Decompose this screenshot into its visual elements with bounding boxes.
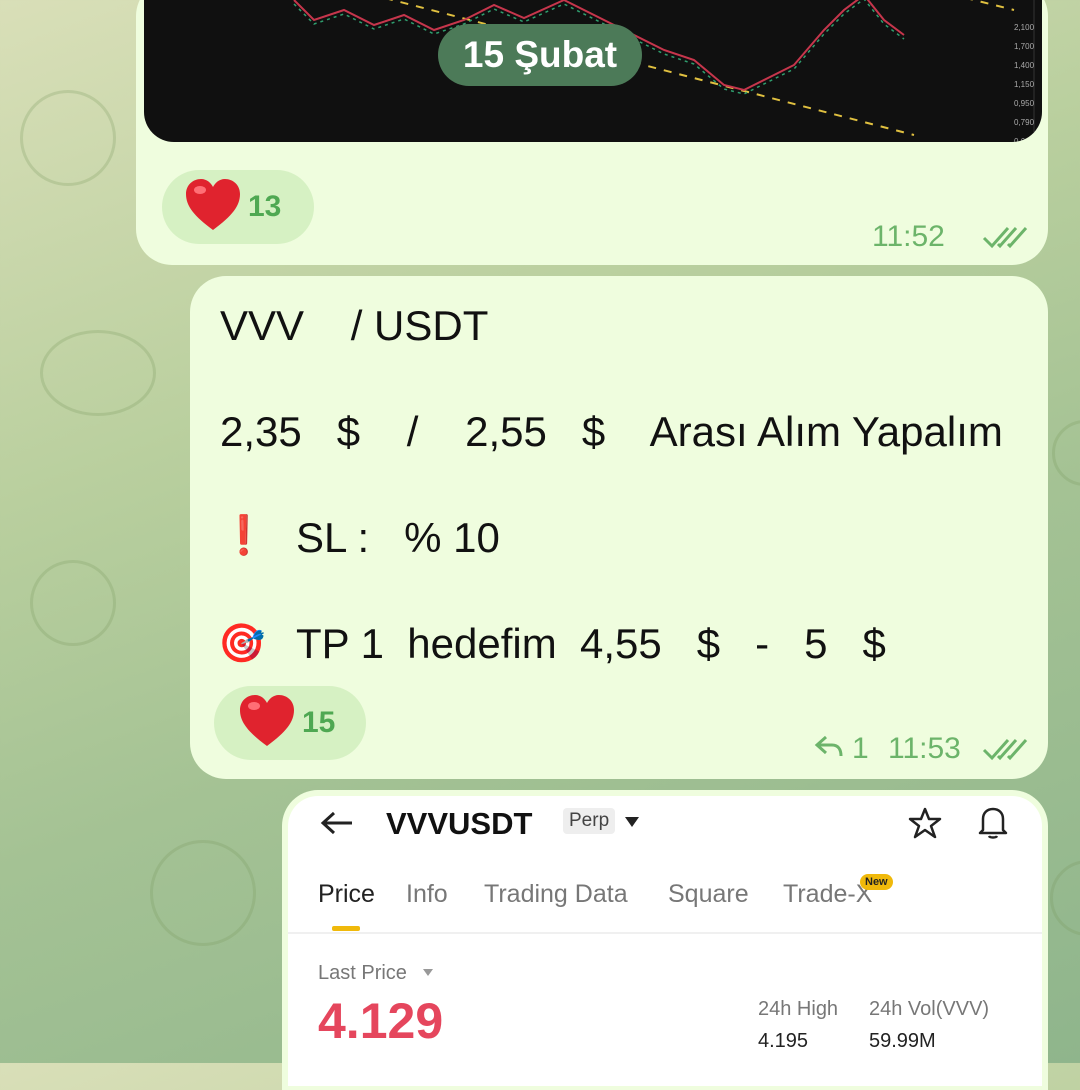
message-line-stoploss: SL : % 10 bbox=[296, 514, 500, 561]
axis-tick: 1,400 bbox=[1014, 61, 1035, 70]
dropdown-caret-icon bbox=[625, 817, 639, 827]
tab-info: Info bbox=[406, 880, 448, 908]
tab-divider bbox=[288, 932, 1042, 934]
reply-count[interactable]: 1 bbox=[852, 732, 869, 766]
reply-arrow-icon[interactable] bbox=[814, 734, 844, 760]
tab-square: Square bbox=[668, 880, 749, 908]
message-time: 11:52 bbox=[872, 220, 945, 253]
axis-tick: 1,700 bbox=[1014, 42, 1035, 51]
heart-icon bbox=[184, 178, 242, 237]
background-doodle bbox=[1052, 420, 1080, 486]
reaction-heart-13[interactable]: 13 bbox=[162, 170, 314, 244]
message-line-entry: 2,35 $ / 2,55 $ Arası Alım Yapalım bbox=[220, 408, 1003, 455]
background-doodle bbox=[20, 90, 116, 186]
star-icon bbox=[908, 807, 942, 839]
message-line-pair: VVV / USDT bbox=[220, 302, 489, 349]
background-doodle bbox=[1050, 860, 1080, 936]
tab-price: Price bbox=[318, 880, 375, 908]
date-pill: 15 Şubat bbox=[438, 24, 642, 86]
tab-trade-x: Trade-X bbox=[783, 880, 873, 908]
axis-tick: 1,150 bbox=[1014, 80, 1035, 89]
back-arrow-icon bbox=[320, 811, 352, 835]
new-badge: New bbox=[860, 874, 893, 890]
exchange-screenshot[interactable]: VVVUSDT Perp Price Info Trading Data Squ… bbox=[288, 796, 1042, 1086]
double-check-icon bbox=[982, 227, 1028, 249]
heart-icon bbox=[238, 694, 296, 753]
high-label: 24h High bbox=[758, 998, 839, 1020]
exclamation-icon: ❗ bbox=[220, 515, 268, 557]
background-doodle bbox=[30, 560, 116, 646]
perp-badge: Perp bbox=[563, 808, 616, 834]
reaction-count: 13 bbox=[248, 190, 282, 223]
reaction-count: 15 bbox=[302, 706, 336, 739]
message-line-target: TP 1 hedefim 4,55 $ - 5 $ bbox=[296, 620, 886, 667]
volume-value: 59.99M bbox=[869, 1030, 936, 1052]
axis-tick: 2,100 bbox=[1014, 23, 1035, 32]
double-check-icon bbox=[982, 739, 1028, 761]
reaction-heart-15[interactable]: 15 bbox=[214, 686, 366, 760]
background-doodle bbox=[150, 840, 256, 946]
bell-icon bbox=[978, 807, 1008, 839]
axis-tick: 0,950 bbox=[1014, 99, 1035, 108]
background-doodle bbox=[40, 330, 156, 416]
chart-axis-labels: 2,100 1,700 1,400 1,150 0,950 0,790 0,66… bbox=[1014, 18, 1034, 142]
high-value: 4.195 bbox=[758, 1030, 809, 1052]
tab-trading-data: Trading Data bbox=[484, 880, 628, 908]
message-time: 11:53 bbox=[888, 732, 961, 765]
volume-label: 24h Vol(VVV) bbox=[869, 998, 990, 1020]
target-icon: 🎯 bbox=[218, 623, 266, 665]
active-tab-indicator bbox=[332, 926, 360, 931]
last-price-caret-icon bbox=[423, 969, 433, 976]
last-price-value: 4.129 bbox=[318, 993, 444, 1049]
axis-tick: 0,790 bbox=[1014, 118, 1035, 127]
last-price-label: Last Price bbox=[318, 962, 407, 984]
axis-tick: 0,660 bbox=[1014, 137, 1035, 142]
pair-title: VVVUSDT bbox=[386, 806, 533, 841]
